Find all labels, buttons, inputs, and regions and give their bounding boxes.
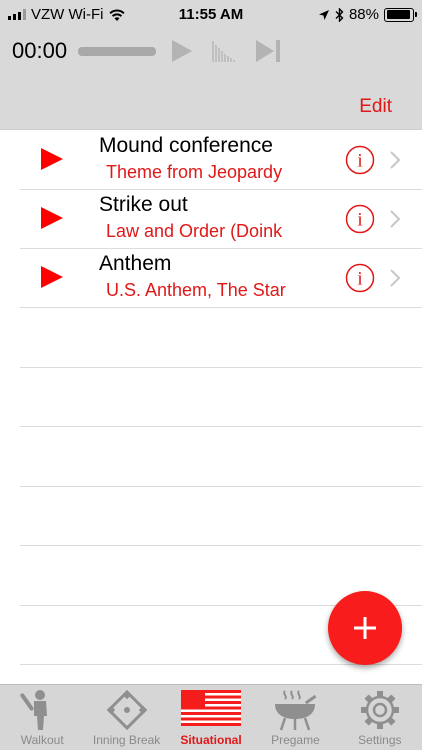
info-icon[interactable]: i: [345, 145, 375, 175]
item-song: U.S. Anthem, The Star: [106, 280, 286, 300]
battery-percent: 88%: [348, 6, 379, 23]
chevron-right-icon[interactable]: [389, 268, 401, 288]
play-icon[interactable]: [40, 265, 64, 289]
svg-text:i: i: [357, 210, 362, 231]
situation-list: Mound conference Theme from Jeopardy i S…: [0, 131, 422, 665]
tab-situational[interactable]: Situational: [169, 685, 253, 750]
tab-label: Pregame: [271, 733, 320, 747]
item-song: Theme from Jeopardy: [106, 162, 283, 182]
scrub-slider[interactable]: [78, 47, 156, 56]
empty-row: [20, 368, 422, 427]
status-right: 88%: [318, 6, 417, 23]
info-icon[interactable]: i: [345, 204, 375, 234]
tab-label: Walkout: [20, 733, 64, 747]
item-title: Anthem: [99, 252, 172, 275]
item-song: Law and Order (Doink: [106, 221, 283, 241]
add-button[interactable]: [328, 591, 402, 665]
play-icon[interactable]: [40, 206, 64, 230]
gear-icon: [360, 691, 399, 729]
grill-icon: [275, 690, 317, 731]
tab-walkout[interactable]: Walkout: [0, 685, 84, 750]
status-left: VZW Wi-Fi: [8, 6, 126, 23]
skip-next-icon[interactable]: [254, 38, 282, 64]
play-icon[interactable]: [40, 147, 64, 171]
carrier-label: VZW Wi-Fi: [31, 6, 104, 23]
tab-label: Inning Break: [92, 733, 161, 747]
plus-icon: [354, 617, 376, 639]
list-item[interactable]: Mound conference Theme from Jeopardy i: [20, 131, 422, 190]
tab-settings[interactable]: Settings: [338, 685, 422, 750]
empty-row: [20, 308, 422, 368]
item-title: Strike out: [99, 193, 188, 216]
tab-label: Situational: [180, 733, 242, 747]
tab-pregame[interactable]: Pregame: [253, 685, 337, 750]
cellular-signal-icon: [8, 9, 26, 20]
item-title: Mound conference: [99, 134, 273, 157]
list-item[interactable]: Strike out Law and Order (Doink i: [20, 190, 422, 249]
wifi-icon: [109, 9, 126, 21]
play-icon[interactable]: [168, 38, 196, 64]
edit-button[interactable]: Edit: [359, 96, 392, 118]
svg-text:i: i: [357, 151, 362, 172]
volume-level-icon[interactable]: [210, 38, 238, 64]
tab-bar: Walkout Inning Break Situational Pregame…: [0, 684, 422, 750]
empty-row: [20, 487, 422, 546]
empty-row: [20, 427, 422, 487]
tab-inning-break[interactable]: Inning Break: [84, 685, 168, 750]
battery-icon: [384, 7, 417, 22]
flag-icon: [181, 690, 242, 726]
list-item[interactable]: Anthem U.S. Anthem, The Star i: [20, 249, 422, 308]
location-arrow-icon: [318, 9, 329, 20]
batter-icon: [20, 690, 48, 730]
tab-label: Settings: [358, 733, 402, 747]
bluetooth-icon: [335, 7, 344, 22]
status-bar: VZW Wi-Fi 11:55 AM 88%: [0, 0, 422, 30]
elapsed-time: 00:00: [12, 38, 68, 63]
player-header: 00:00 Edit: [0, 30, 422, 130]
chevron-right-icon[interactable]: [389, 150, 401, 170]
svg-text:i: i: [357, 269, 362, 290]
info-icon[interactable]: i: [345, 263, 375, 293]
chevron-right-icon[interactable]: [389, 209, 401, 229]
diamond-icon: [106, 689, 147, 731]
